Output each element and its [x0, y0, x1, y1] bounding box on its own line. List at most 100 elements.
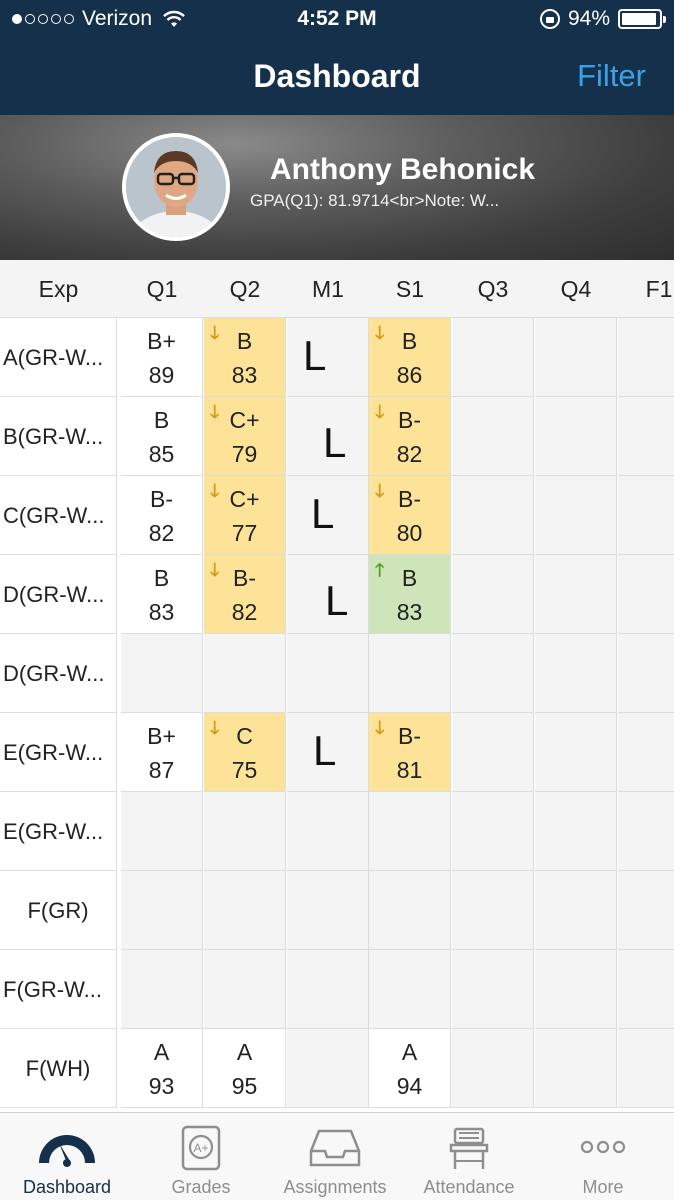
tab-grades[interactable]: A+ Grades [134, 1113, 268, 1200]
grade-cell-q2[interactable]: 🡓 C+ 79 [204, 397, 286, 476]
table-row[interactable]: B(GR-W... B 85 🡓 C+ 79 L 🡓 B- 82 [0, 397, 674, 476]
grade-cell-m1[interactable]: L [287, 476, 369, 555]
grade-cell-f1[interactable] [618, 713, 674, 792]
course-label[interactable]: D(GR-W... [0, 634, 117, 713]
grade-cell-m1[interactable] [287, 1029, 369, 1108]
table-row[interactable]: F(GR) [0, 871, 674, 950]
grade-cell-q1[interactable] [121, 950, 203, 1029]
course-label[interactable]: F(GR-W... [0, 950, 117, 1029]
grade-cell-q4[interactable] [535, 950, 617, 1029]
course-label[interactable]: F(WH) [0, 1029, 117, 1108]
grade-cell-q4[interactable] [535, 871, 617, 950]
table-row[interactable]: A(GR-W... B+ 89 🡓 B 83 L 🡓 B 86 [0, 318, 674, 397]
grade-cell-q4[interactable] [535, 476, 617, 555]
grade-cell-q1[interactable]: B 85 [121, 397, 203, 476]
grade-cell-m1[interactable] [287, 871, 369, 950]
grade-cell-q3[interactable] [452, 713, 534, 792]
grade-cell-f1[interactable] [618, 634, 674, 713]
grade-cell-q4[interactable] [535, 1029, 617, 1108]
grade-cell-q1[interactable] [121, 871, 203, 950]
grade-cell-q2[interactable]: 🡓 C 75 [204, 713, 286, 792]
grade-cell-s1[interactable] [369, 950, 451, 1029]
grade-cell-q2[interactable] [204, 634, 286, 713]
grade-cell-q3[interactable] [452, 318, 534, 397]
grade-cell-q1[interactable]: B- 82 [121, 476, 203, 555]
grade-cell-q1[interactable] [121, 792, 203, 871]
grade-cell-m1[interactable]: L [287, 318, 369, 397]
table-row[interactable]: F(GR-W... [0, 950, 674, 1029]
course-label[interactable]: D(GR-W... [0, 555, 117, 634]
grade-cell-q3[interactable] [452, 1029, 534, 1108]
grade-cell-q3[interactable] [452, 792, 534, 871]
tab-dashboard[interactable]: Dashboard [0, 1113, 134, 1200]
grade-cell-s1[interactable]: 🡓 B- 80 [369, 476, 451, 555]
grade-cell-q4[interactable] [535, 634, 617, 713]
course-label[interactable]: A(GR-W... [0, 318, 117, 397]
grade-cell-f1[interactable] [618, 950, 674, 1029]
tab-assignments[interactable]: Assignments [268, 1113, 402, 1200]
course-label[interactable]: F(GR) [0, 871, 117, 950]
grade-cell-q4[interactable] [535, 713, 617, 792]
table-row[interactable]: D(GR-W... [0, 634, 674, 713]
grade-cell-f1[interactable] [618, 792, 674, 871]
column-header-q1[interactable]: Q1 [121, 260, 203, 318]
table-row[interactable]: E(GR-W... B+ 87 🡓 C 75 L 🡓 B- 81 [0, 713, 674, 792]
filter-button[interactable]: Filter [577, 58, 646, 94]
column-header-m1[interactable]: M1 [287, 260, 369, 318]
grade-cell-f1[interactable] [618, 1029, 674, 1108]
grade-cell-m1[interactable] [287, 950, 369, 1029]
student-avatar[interactable] [122, 133, 230, 241]
grade-cell-s1[interactable]: 🡓 B- 81 [369, 713, 451, 792]
grade-cell-q1[interactable]: B 83 [121, 555, 203, 634]
grade-cell-f1[interactable] [618, 397, 674, 476]
grade-cell-m1[interactable]: L [287, 397, 369, 476]
grade-cell-q1[interactable]: B+ 89 [121, 318, 203, 397]
grade-cell-s1[interactable]: 🡓 B 86 [369, 318, 451, 397]
grade-cell-s1[interactable]: 🡑 B 83 [369, 555, 451, 634]
grade-cell-q3[interactable] [452, 950, 534, 1029]
grade-cell-q2[interactable]: 🡓 B 83 [204, 318, 286, 397]
grade-cell-s1[interactable] [369, 871, 451, 950]
grade-cell-q4[interactable] [535, 555, 617, 634]
table-row[interactable]: C(GR-W... B- 82 🡓 C+ 77 L 🡓 B- 80 [0, 476, 674, 555]
grade-cell-s1[interactable]: 🡓 B- 82 [369, 397, 451, 476]
grade-cell-q3[interactable] [452, 555, 534, 634]
column-header-f1[interactable]: F1 [618, 260, 674, 318]
grade-cell-q4[interactable] [535, 318, 617, 397]
grade-cell-q2[interactable] [204, 792, 286, 871]
grade-cell-q2[interactable] [204, 950, 286, 1029]
course-label[interactable]: E(GR-W... [0, 713, 117, 792]
column-header-q2[interactable]: Q2 [204, 260, 286, 318]
grade-cell-q3[interactable] [452, 634, 534, 713]
table-row[interactable]: E(GR-W... [0, 792, 674, 871]
course-label[interactable]: B(GR-W... [0, 397, 117, 476]
grade-cell-m1[interactable]: L [287, 555, 369, 634]
grade-cell-f1[interactable] [618, 476, 674, 555]
grade-cell-q4[interactable] [535, 397, 617, 476]
grade-cell-f1[interactable] [618, 318, 674, 397]
grade-cell-q2[interactable]: A 95 [204, 1029, 286, 1108]
grades-grid[interactable]: Exp Q1 Q2 M1 S1 Q3 Q4 F1 A(GR-W... B+ 89… [0, 260, 674, 1112]
grade-cell-m1[interactable] [287, 792, 369, 871]
tab-more[interactable]: More [536, 1113, 670, 1200]
grade-cell-q2[interactable]: 🡓 C+ 77 [204, 476, 286, 555]
grade-cell-s1[interactable]: A 94 [369, 1029, 451, 1108]
grade-cell-q1[interactable]: B+ 87 [121, 713, 203, 792]
tab-attendance[interactable]: Attendance [402, 1113, 536, 1200]
grade-cell-q3[interactable] [452, 476, 534, 555]
grade-cell-q1[interactable]: A 93 [121, 1029, 203, 1108]
course-label[interactable]: E(GR-W... [0, 792, 117, 871]
course-label[interactable]: C(GR-W... [0, 476, 117, 555]
grade-cell-q3[interactable] [452, 397, 534, 476]
table-row[interactable]: D(GR-W... B 83 🡓 B- 82 L 🡑 B 83 [0, 555, 674, 634]
grade-cell-q1[interactable] [121, 634, 203, 713]
column-header-q4[interactable]: Q4 [535, 260, 617, 318]
grade-cell-s1[interactable] [369, 792, 451, 871]
grade-cell-m1[interactable] [287, 634, 369, 713]
grade-cell-m1[interactable]: L [287, 713, 369, 792]
column-header-s1[interactable]: S1 [369, 260, 451, 318]
grade-cell-f1[interactable] [618, 871, 674, 950]
grade-cell-f1[interactable] [618, 555, 674, 634]
grade-cell-q3[interactable] [452, 871, 534, 950]
table-row[interactable]: F(WH) A 93 A 95 A 94 [0, 1029, 674, 1108]
